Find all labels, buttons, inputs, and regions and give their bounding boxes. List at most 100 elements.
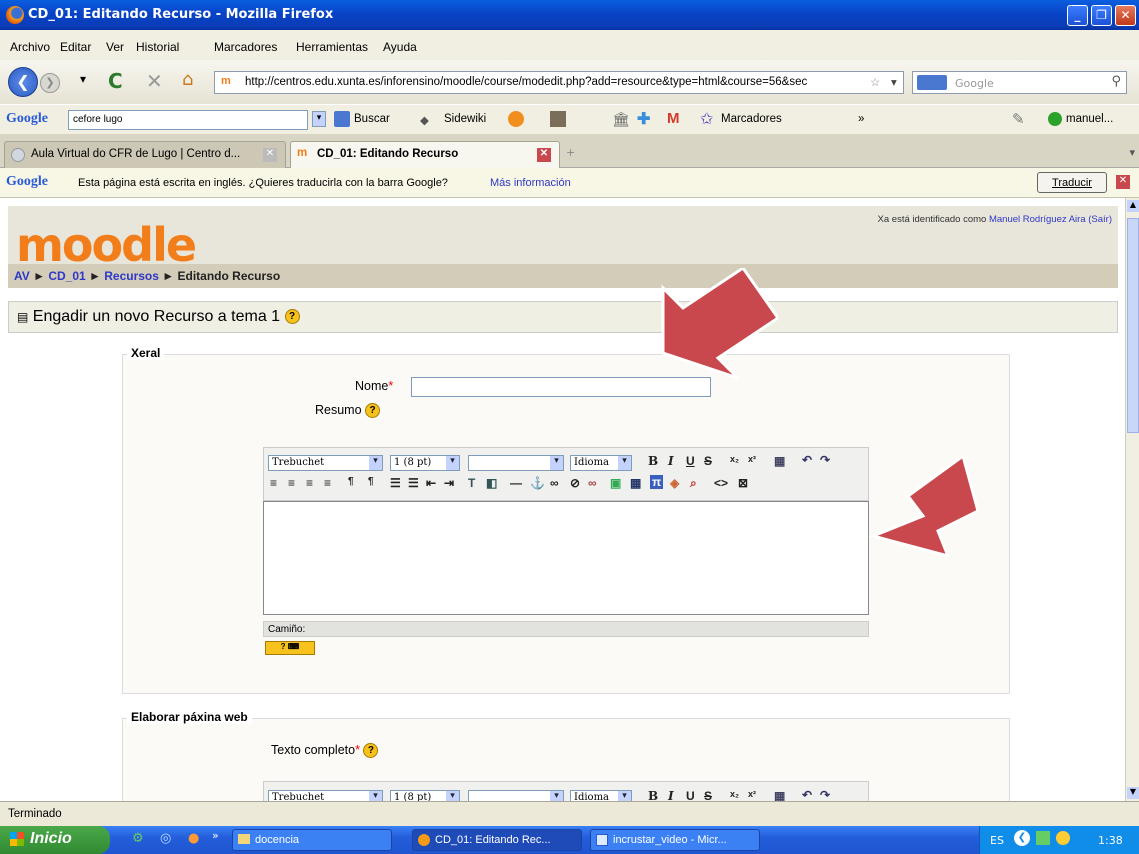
redo-icon[interactable]: ↷ bbox=[820, 788, 830, 801]
bold-icon[interactable]: B bbox=[648, 789, 658, 801]
unordered-list-icon[interactable]: ☰ bbox=[408, 476, 419, 490]
menu-herramientas[interactable]: Herramientas bbox=[296, 40, 368, 54]
marcadores-button[interactable]: Marcadores bbox=[721, 113, 782, 125]
plus-icon[interactable]: ✚ bbox=[637, 109, 650, 129]
insert-symbol-icon[interactable]: π bbox=[650, 475, 664, 489]
menu-editar[interactable]: Editar bbox=[60, 40, 91, 54]
menu-ver[interactable]: Ver bbox=[106, 40, 124, 54]
help-icon[interactable]: ? bbox=[363, 743, 379, 759]
task-word[interactable]: incrustar_video - Micr... bbox=[590, 829, 760, 851]
search-box[interactable]: Google ⚲ bbox=[912, 71, 1127, 94]
background-color-icon[interactable]: ◧ bbox=[486, 476, 497, 490]
nolink-icon[interactable]: ∞ bbox=[588, 476, 597, 490]
font-select[interactable]: Trebuchet bbox=[268, 790, 383, 801]
subscript-icon[interactable]: x₂ bbox=[730, 789, 739, 799]
bookmark-star-icon[interactable]: ☆ bbox=[870, 75, 884, 89]
summary-editor-area[interactable] bbox=[263, 501, 869, 615]
html-source-icon[interactable]: <> bbox=[714, 476, 728, 490]
login-user-link[interactable]: Manuel Rodríguez Aira bbox=[989, 214, 1086, 225]
vertical-scrollbar[interactable]: ▲ ▼ bbox=[1125, 198, 1139, 801]
address-bar[interactable]: m http://centros.edu.xunta.es/inforensin… bbox=[214, 71, 904, 94]
minimize-button[interactable]: _ bbox=[1067, 5, 1088, 26]
language-select[interactable]: Idioma bbox=[570, 790, 632, 801]
buscar-button[interactable]: Buscar bbox=[354, 113, 390, 125]
help-icon[interactable]: ? bbox=[284, 309, 300, 325]
scroll-thumb[interactable] bbox=[1127, 218, 1139, 433]
url-dropdown-icon[interactable]: ▾ bbox=[891, 75, 901, 89]
smiley-icon[interactable]: ◈ bbox=[670, 476, 679, 490]
back-button[interactable]: ❮ bbox=[8, 67, 38, 97]
superscript-icon[interactable]: x² bbox=[748, 454, 756, 464]
tab-list-icon[interactable]: ▾ bbox=[1129, 146, 1135, 159]
link-icon[interactable]: ∞ bbox=[550, 476, 559, 490]
more-chevron-icon[interactable]: » bbox=[858, 113, 864, 125]
superscript-icon[interactable]: x² bbox=[748, 789, 756, 799]
task-firefox[interactable]: CD_01: Editando Rec... bbox=[412, 829, 582, 851]
insert-image-icon[interactable]: ▣ bbox=[610, 476, 621, 490]
editor-help-icon[interactable]: ? ⌨ bbox=[265, 641, 315, 655]
size-select[interactable]: 1 (8 pt) bbox=[390, 790, 460, 801]
justify-icon[interactable]: ≡ bbox=[324, 476, 331, 490]
google-search-input[interactable]: cefore lugo bbox=[68, 110, 308, 130]
close-button[interactable]: ✕ bbox=[1115, 5, 1136, 26]
menu-archivo[interactable]: Archivo bbox=[10, 40, 50, 54]
clean-word-icon[interactable]: ▦ bbox=[774, 454, 785, 468]
strikethrough-icon[interactable]: S bbox=[704, 789, 712, 801]
underline-icon[interactable]: U bbox=[686, 454, 695, 468]
gmail-icon[interactable]: M bbox=[667, 110, 680, 127]
sidewiki-button[interactable]: Sidewiki bbox=[444, 113, 486, 125]
language-indicator[interactable]: ES bbox=[990, 834, 1004, 847]
pagerank-icon[interactable] bbox=[508, 111, 524, 127]
tab-close-icon[interactable]: ✕ bbox=[537, 148, 551, 162]
network-icon[interactable] bbox=[1036, 831, 1050, 845]
undo-icon[interactable]: ↶ bbox=[802, 788, 812, 801]
outdent-icon[interactable]: ⇤ bbox=[426, 476, 436, 490]
home-icon[interactable]: ⌂ bbox=[182, 69, 193, 90]
clean-word-icon[interactable]: ▦ bbox=[774, 789, 785, 801]
rtl-icon[interactable]: ¶ bbox=[368, 476, 374, 487]
indent-icon[interactable]: ⇥ bbox=[444, 476, 454, 490]
picture-icon[interactable] bbox=[550, 111, 566, 127]
align-left-icon[interactable]: ≡ bbox=[270, 476, 277, 490]
google-search-dropdown[interactable]: ▾ bbox=[312, 111, 326, 127]
scroll-up-icon[interactable]: ▲ bbox=[1127, 200, 1139, 212]
scroll-down-icon[interactable]: ▼ bbox=[1127, 787, 1139, 799]
bookmarks-star-icon[interactable]: ✩ bbox=[700, 109, 713, 129]
reload-icon[interactable]: C bbox=[108, 69, 123, 93]
quicklaunch-icon[interactable]: ⚙ bbox=[132, 831, 144, 846]
format-select[interactable] bbox=[468, 790, 564, 801]
search-replace-icon[interactable]: ⌕ bbox=[690, 476, 697, 491]
building-icon[interactable]: 🏛 bbox=[612, 111, 630, 128]
tab-close-icon[interactable]: ✕ bbox=[263, 148, 277, 162]
text-color-icon[interactable]: T bbox=[468, 476, 475, 490]
insert-table-icon[interactable]: ▦ bbox=[630, 476, 641, 490]
strikethrough-icon[interactable]: S bbox=[704, 454, 712, 468]
google-user[interactable]: manuel... bbox=[1066, 113, 1113, 125]
breadcrumb-section[interactable]: Recursos bbox=[104, 269, 159, 283]
tab-editando-recurso[interactable]: m CD_01: Editando Recurso ✕ bbox=[290, 141, 560, 168]
breadcrumb-av[interactable]: AV bbox=[14, 269, 30, 283]
quicklaunch-icon[interactable]: ◎ bbox=[160, 831, 171, 846]
menu-historial[interactable]: Historial bbox=[136, 40, 179, 54]
unlink-icon[interactable]: ⊘ bbox=[570, 476, 580, 490]
tray-app-icon[interactable] bbox=[1056, 831, 1070, 845]
more-info-link[interactable]: Más información bbox=[490, 177, 571, 189]
new-tab-icon[interactable]: + bbox=[566, 146, 575, 159]
maximize-button[interactable]: ❐ bbox=[1091, 5, 1112, 26]
task-docencia[interactable]: docencia bbox=[232, 829, 392, 851]
italic-icon[interactable]: I bbox=[668, 789, 674, 801]
forward-button[interactable]: ❯ bbox=[40, 73, 60, 93]
breadcrumb-course[interactable]: CD_01 bbox=[48, 269, 85, 283]
help-icon[interactable]: ? bbox=[365, 403, 381, 419]
size-select[interactable]: 1 (8 pt) bbox=[390, 455, 460, 471]
subscript-icon[interactable]: x₂ bbox=[730, 454, 739, 464]
ordered-list-icon[interactable]: ☰ bbox=[390, 476, 401, 490]
bold-icon[interactable]: B bbox=[648, 454, 658, 468]
redo-icon[interactable]: ↷ bbox=[820, 453, 830, 467]
tray-expand-icon[interactable]: ❮ bbox=[1014, 830, 1030, 846]
anchor-icon[interactable]: ⚓ bbox=[530, 476, 545, 490]
undo-icon[interactable]: ↶ bbox=[802, 453, 812, 467]
ltr-icon[interactable]: ¶ bbox=[348, 476, 354, 487]
font-select[interactable]: Trebuchet bbox=[268, 455, 383, 471]
wrench-icon[interactable]: ✎ bbox=[1012, 110, 1025, 128]
